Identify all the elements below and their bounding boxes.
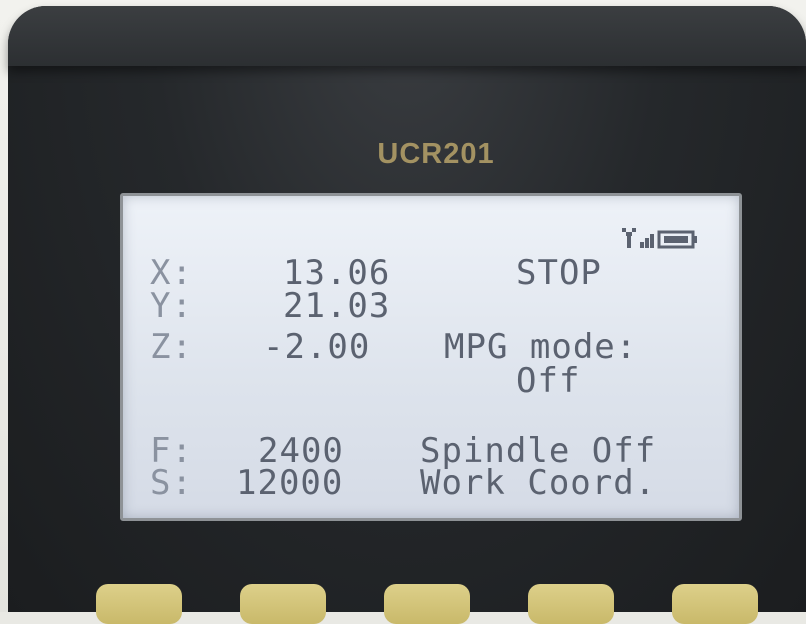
function-button-2[interactable] — [240, 584, 326, 624]
axis-y-label: Y: — [150, 286, 193, 326]
antenna-signal-icon — [622, 228, 636, 248]
axis-z-label: Z: — [150, 327, 193, 367]
pendant-rim — [8, 6, 806, 66]
machine-state: STOP — [516, 253, 602, 293]
mpg-mode-value: Off — [516, 361, 581, 401]
battery-icon — [657, 230, 697, 249]
coordinate-system: Work Coord. — [420, 463, 657, 503]
axis-y-value: 21.03 — [283, 286, 391, 326]
function-button-5[interactable] — [672, 584, 758, 624]
signal-strength-icon — [640, 234, 654, 248]
status-icons — [622, 228, 697, 249]
axis-x-value: 13.06 — [283, 253, 391, 293]
spindle-speed-label: S: — [150, 463, 193, 503]
spindle-speed-value: 12000 — [236, 463, 344, 503]
device-model-label: UCR201 — [377, 138, 495, 170]
function-button-1[interactable] — [96, 584, 182, 624]
axis-x-label: X: — [150, 253, 193, 293]
axis-z-value: -2.00 — [263, 327, 371, 367]
function-button-3[interactable] — [384, 584, 470, 624]
function-button-4[interactable] — [528, 584, 614, 624]
mpg-mode-label: MPG mode: — [444, 327, 638, 367]
